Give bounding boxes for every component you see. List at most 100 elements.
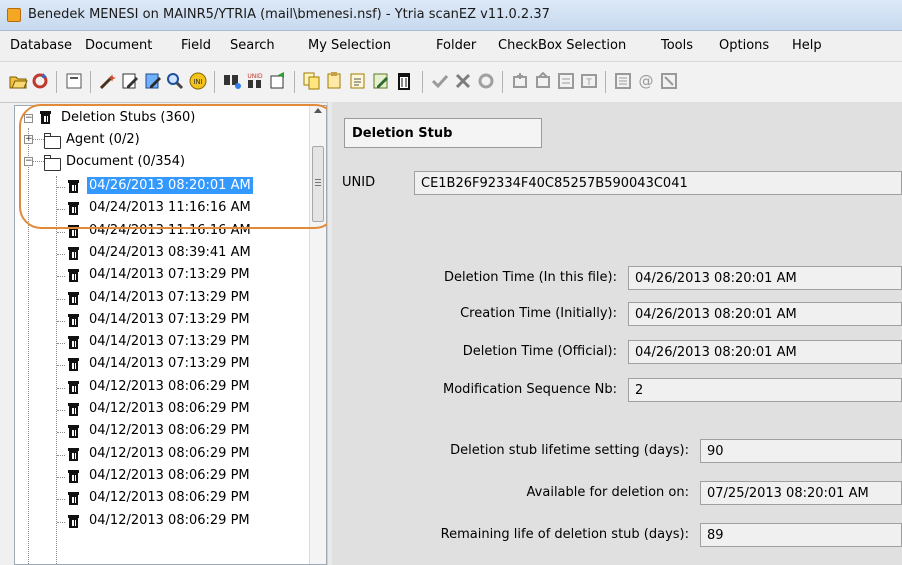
deletion-stub-label: 04/24/2013 11:16:16 AM <box>89 222 251 238</box>
list-icon[interactable] <box>613 71 633 91</box>
menu-bar: Database Document Field Search My Select… <box>0 31 902 62</box>
export-icon[interactable] <box>268 71 288 91</box>
open-database-icon[interactable] <box>8 71 28 91</box>
deletion-stub-item[interactable]: 04/12/2013 08:06:29 PM <box>57 421 315 441</box>
reset-icon[interactable] <box>476 71 496 91</box>
unid-icon[interactable]: UNID <box>245 71 265 91</box>
field-icon[interactable]: T <box>579 71 599 91</box>
select-icon[interactable] <box>64 71 84 91</box>
toolbar-separator <box>502 71 503 93</box>
field-value: 90 <box>707 444 724 459</box>
collapse-icon[interactable]: − <box>24 114 33 123</box>
deletion-stub-label: 04/26/2013 08:20:01 AM <box>87 177 253 194</box>
tree-connector <box>57 432 65 434</box>
toolbar-separator <box>605 71 606 93</box>
creation-time-field[interactable]: 04/26/2013 08:20:01 AM <box>628 302 902 326</box>
copy-icon[interactable] <box>302 71 322 91</box>
deletion-stub-label: 04/14/2013 07:13:29 PM <box>89 289 250 305</box>
deletion-stub-item[interactable]: 04/24/2013 08:39:41 AM <box>57 243 315 263</box>
tree-folder-document[interactable]: − Document (0/354) <box>15 152 315 172</box>
menu-field[interactable]: Field <box>181 38 211 53</box>
deletion-stub-item[interactable]: 04/12/2013 08:06:29 PM <box>57 399 315 419</box>
scroll-up-icon[interactable] <box>314 108 322 113</box>
bookmark-add-icon[interactable] <box>510 71 530 91</box>
cancel-icon[interactable] <box>453 71 473 91</box>
menu-document[interactable]: Document <box>85 38 152 53</box>
check-icon[interactable] <box>430 71 450 91</box>
deletion-time-file-field[interactable]: 04/26/2013 08:20:01 AM <box>628 266 902 290</box>
tree-connector <box>57 499 65 501</box>
trash-icon <box>68 403 79 416</box>
trash-icon <box>68 313 79 327</box>
trash-icon <box>68 180 79 193</box>
deletion-stub-item[interactable]: 04/14/2013 07:13:29 PM <box>57 332 315 352</box>
edit-note-icon[interactable] <box>371 71 391 91</box>
tree-root-deletion-stubs[interactable]: − Deletion Stubs (360) <box>15 108 315 128</box>
tree-connector <box>57 298 65 300</box>
collapse-icon[interactable]: − <box>24 157 33 166</box>
ini-icon[interactable]: INI <box>188 71 208 91</box>
expand-icon[interactable]: + <box>24 135 33 144</box>
window-title: Benedek MENESI on MAINR5/YTRIA (mail\bme… <box>28 7 550 22</box>
deletion-stub-item[interactable]: 04/12/2013 08:06:29 PM <box>57 377 315 397</box>
deletion-time-official-field[interactable]: 04/26/2013 08:20:01 AM <box>628 340 902 364</box>
menu-checkbox-selection[interactable]: CheckBox Selection <box>498 38 626 53</box>
edit-color-icon[interactable] <box>143 71 163 91</box>
menu-my-selection[interactable]: My Selection <box>308 38 391 53</box>
deletion-stub-item[interactable]: 04/24/2013 11:16:16 AM <box>57 221 315 241</box>
menu-database[interactable]: Database <box>10 38 72 53</box>
deletion-stub-item[interactable]: 04/12/2013 08:06:29 PM <box>57 488 315 508</box>
field-label: Remaining life of deletion stub (days): <box>440 527 689 542</box>
deletion-stub-item[interactable]: 04/12/2013 08:06:29 PM <box>57 444 315 464</box>
tree-folder-agent[interactable]: + Agent (0/2) <box>15 130 315 150</box>
deletion-stub-item[interactable]: 04/12/2013 08:06:29 PM <box>57 511 315 531</box>
deletion-stub-item[interactable]: 04/14/2013 07:13:29 PM <box>57 310 315 330</box>
menu-help[interactable]: Help <box>792 38 822 53</box>
form-icon[interactable] <box>556 71 576 91</box>
tree-scrollbar[interactable] <box>309 106 326 564</box>
bookmark-icon[interactable] <box>533 71 553 91</box>
field-value: 2 <box>635 383 644 398</box>
at-sign-icon[interactable]: @ <box>636 71 656 91</box>
magic-wand-icon[interactable] <box>98 71 118 91</box>
modification-sequence-field[interactable]: 2 <box>628 378 902 402</box>
delete-icon[interactable] <box>394 71 414 91</box>
deletion-stub-item[interactable]: 04/14/2013 07:13:29 PM <box>57 288 315 308</box>
deletion-stub-label: 04/12/2013 08:06:29 PM <box>89 490 250 506</box>
toolbar: INI UNID T @ <box>0 62 902 103</box>
menu-options[interactable]: Options <box>719 38 769 53</box>
deletion-stub-item[interactable]: 04/12/2013 08:06:29 PM <box>57 466 315 486</box>
paste-icon[interactable] <box>325 71 345 91</box>
deletion-stub-label: 04/12/2013 08:06:29 PM <box>89 445 250 461</box>
tree-connector <box>57 365 65 367</box>
stub-lifetime-field[interactable]: 90 <box>700 439 902 463</box>
deletion-stub-item[interactable]: 04/14/2013 07:13:29 PM <box>57 265 315 285</box>
svg-text:INI: INI <box>193 78 202 86</box>
svg-text:@: @ <box>639 72 654 90</box>
refresh-icon[interactable] <box>30 71 50 91</box>
unid-field[interactable]: CE1B26F92334F40C85257B590043C041 <box>414 171 902 195</box>
edit-document-icon[interactable] <box>120 71 140 91</box>
title-bar: Benedek MENESI on MAINR5/YTRIA (mail\bme… <box>0 0 902 31</box>
menu-folder[interactable]: Folder <box>436 38 476 53</box>
scroll-thumb[interactable] <box>312 146 324 222</box>
remaining-life-field[interactable]: 89 <box>700 523 902 547</box>
search-icon[interactable] <box>165 71 185 91</box>
folder-icon <box>44 133 61 149</box>
tree-connector <box>57 276 65 278</box>
more-icon[interactable] <box>659 71 679 91</box>
available-for-deletion-field[interactable]: 07/25/2013 08:20:01 AM <box>700 481 902 505</box>
deletion-stub-item[interactable]: 04/24/2013 11:16:16 AM <box>57 198 315 218</box>
new-document-icon[interactable] <box>348 71 368 91</box>
unid-value: CE1B26F92334F40C85257B590043C041 <box>421 176 688 191</box>
menu-search[interactable]: Search <box>230 38 275 53</box>
deletion-stub-item[interactable]: 04/26/2013 08:20:01 AM <box>57 176 315 196</box>
menu-tools[interactable]: Tools <box>661 38 693 53</box>
find-icon[interactable] <box>222 71 242 91</box>
tree-folder-label: Agent (0/2) <box>66 132 140 147</box>
trash-icon <box>68 224 79 238</box>
tree-connector <box>57 476 65 478</box>
svg-text:T: T <box>585 78 592 88</box>
deletion-stub-item[interactable]: 04/14/2013 07:13:29 PM <box>57 354 315 374</box>
trash-icon <box>68 380 79 394</box>
